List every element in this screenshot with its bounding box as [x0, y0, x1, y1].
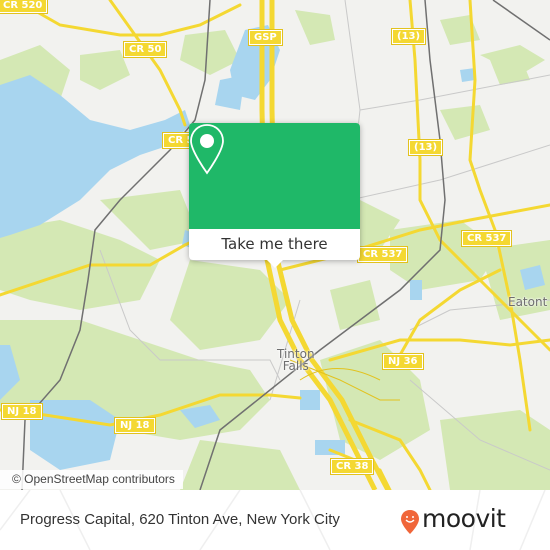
- destination-popup: Take me there: [189, 123, 360, 268]
- road-shield-cr-38: CR 38: [331, 459, 374, 474]
- road-shield-nj-36: NJ 36: [383, 354, 423, 369]
- map-view[interactable]: CR 520 CR 50 GSP (13) (13) CR 5 CR 537 C…: [0, 0, 550, 490]
- moovit-smiley-pin-icon: [401, 510, 419, 534]
- location-pin-icon: [190, 124, 224, 175]
- road-shield-nj-18-west: NJ 18: [2, 404, 42, 419]
- take-me-there-button[interactable]: Take me there: [189, 229, 360, 260]
- map-attribution[interactable]: © OpenStreetMap contributors: [0, 470, 183, 489]
- footer-bar: Progress Capital, 620 Tinton Ave, New Yo…: [0, 490, 550, 550]
- place-label-tinton-falls: Tinton Falls: [277, 348, 315, 372]
- place-label-eatontown: Eatont: [508, 296, 547, 308]
- road-shield-cr-537-west: CR 537: [358, 247, 408, 262]
- road-shield-gsp: GSP: [249, 30, 282, 45]
- road-shield-cr-520: CR 520: [0, 0, 48, 13]
- road-shield-cr-537-east: CR 537: [462, 231, 512, 246]
- place-label-line: Falls: [282, 359, 309, 373]
- popup-header: [189, 123, 360, 229]
- place-label-line: Eatont: [508, 295, 548, 309]
- popup-pointer: [267, 260, 283, 268]
- road-shield-rt-13-north: (13): [392, 29, 426, 44]
- road-shield-rt-13-south: (13): [409, 140, 443, 155]
- moovit-wordmark: moovit: [422, 504, 506, 533]
- location-title: Progress Capital, 620 Tinton Ave, New Yo…: [20, 511, 340, 528]
- road-shield-cr-50: CR 50: [124, 42, 167, 57]
- road-shield-nj-18-east: NJ 18: [115, 418, 155, 433]
